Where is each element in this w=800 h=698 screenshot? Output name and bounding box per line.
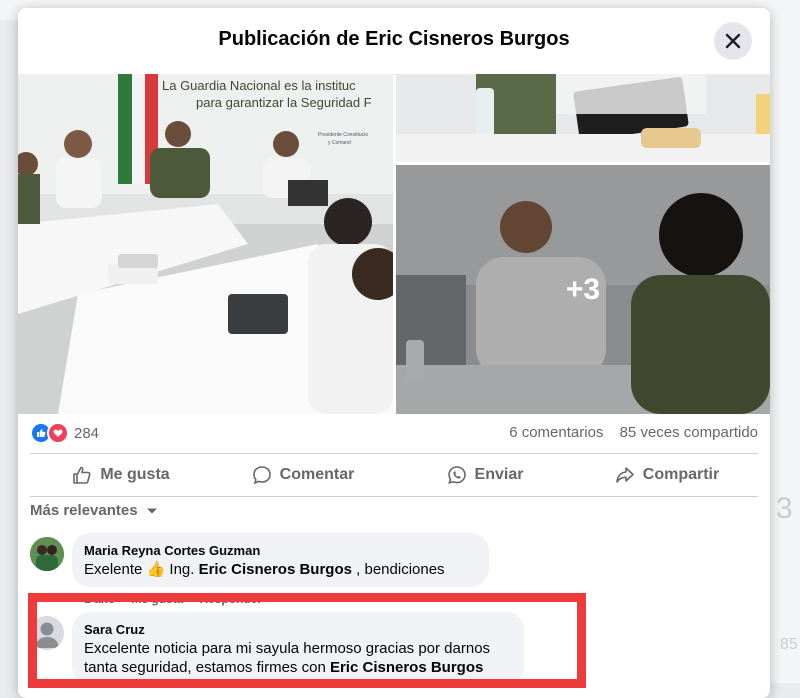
banner-small-2: y Comand <box>328 140 351 146</box>
comment-text: Exelente 👍 Ing. Eric Cisneros Burgos , b… <box>84 561 445 578</box>
avatar[interactable] <box>30 616 64 650</box>
background-page-side <box>770 20 800 683</box>
photo-grid: La Guardia Nacional es la instituc para … <box>18 74 770 414</box>
default-avatar-icon <box>30 616 64 650</box>
banner-text-2: para garantizar la Seguridad F <box>196 95 372 110</box>
photo-table-top[interactable] <box>396 74 770 162</box>
share-button-label: Compartir <box>642 466 720 483</box>
comment-bubble: Sara Cruz Excelente noticia para mi sayu… <box>72 612 524 685</box>
comment-text: Excelente noticia para mi sayula hermoso… <box>84 640 490 676</box>
avatar[interactable] <box>30 537 64 571</box>
comment-text-part: Ing. <box>165 561 199 578</box>
comment-bubble: Maria Reyna Cortes Guzman Exelente 👍 Ing… <box>72 533 489 587</box>
comments-count-link[interactable]: 6 comentarios <box>509 424 603 441</box>
comment-author[interactable]: Maria Reyna Cortes Guzman <box>84 541 477 560</box>
more-photos-count: +3 <box>565 272 601 306</box>
photo-official-speaking[interactable]: +3 <box>396 165 770 414</box>
comment-meta: 1 año Me gusta Responder <box>84 592 262 606</box>
avatar-image <box>30 537 64 571</box>
send-button-label: Enviar <box>474 466 524 483</box>
post-action-bar: Me gusta Comentar Enviar Compartir <box>30 453 758 497</box>
comment-author[interactable]: Sara Cruz <box>84 620 512 639</box>
comment-time[interactable]: 1 año <box>84 592 115 606</box>
comment-button-label: Comentar <box>279 466 355 483</box>
reactions-summary[interactable]: 284 <box>30 422 99 444</box>
photo-table-top-image <box>396 74 770 162</box>
reaction-count: 284 <box>74 424 100 442</box>
close-icon <box>725 33 741 49</box>
modal-header: Publicación de Eric Cisneros Burgos <box>18 8 770 75</box>
modal-title: Publicación de Eric Cisneros Burgos <box>218 28 570 50</box>
comment-button[interactable]: Comentar <box>212 454 394 496</box>
share-arrow-icon <box>615 467 634 483</box>
photo-meeting-room[interactable]: La Guardia Nacional es la instituc para … <box>18 74 393 414</box>
shares-count-link[interactable]: 85 veces compartido <box>620 424 758 441</box>
background-number: 3 <box>776 492 793 525</box>
background-number-small: 85 <box>780 636 798 653</box>
comment-text-part: Exelente <box>84 561 147 578</box>
banner-small-1: Presidente Constitucio <box>318 132 368 138</box>
caret-down-icon <box>146 508 157 513</box>
send-button[interactable]: Enviar <box>394 454 576 496</box>
thumbs-up-icon <box>73 466 91 484</box>
comment-sort-label: Más relevantes <box>30 502 138 519</box>
thumbs-up-emoji: 👍 <box>146 561 166 578</box>
comment-text-part: , bendiciones <box>351 561 445 578</box>
share-button[interactable]: Compartir <box>576 454 758 496</box>
love-icon <box>47 422 69 444</box>
close-button[interactable] <box>714 22 752 60</box>
post-modal: Publicación de Eric Cisneros Burgos La G… <box>18 8 770 698</box>
banner-text-1: La Guardia Nacional es la instituc <box>162 78 356 93</box>
comment-item: Sara Cruz Excelente noticia para mi sayu… <box>30 612 524 685</box>
mention-link[interactable]: Eric Cisneros Burgos <box>330 659 483 676</box>
whatsapp-icon <box>447 466 466 484</box>
like-button-label: Me gusta <box>100 466 170 483</box>
reaction-stats: 284 6 comentarios 85 veces compartido <box>30 420 758 446</box>
comment-sort-dropdown[interactable]: Más relevantes <box>30 502 158 519</box>
like-button[interactable]: Me gusta <box>30 454 212 496</box>
mention-link[interactable]: Eric Cisneros Burgos <box>199 561 352 578</box>
comment-bubble-icon <box>252 466 271 485</box>
more-photos-overlay[interactable]: +3 <box>396 165 770 414</box>
comment-like-link[interactable]: Me gusta <box>131 592 183 606</box>
comment-reply-link[interactable]: Responder <box>199 592 262 606</box>
comment-item: Maria Reyna Cortes Guzman Exelente 👍 Ing… <box>30 533 489 587</box>
engagement-counts: 6 comentarios 85 veces compartido <box>497 424 758 441</box>
photo-meeting-room-image: La Guardia Nacional es la instituc para … <box>18 74 393 414</box>
